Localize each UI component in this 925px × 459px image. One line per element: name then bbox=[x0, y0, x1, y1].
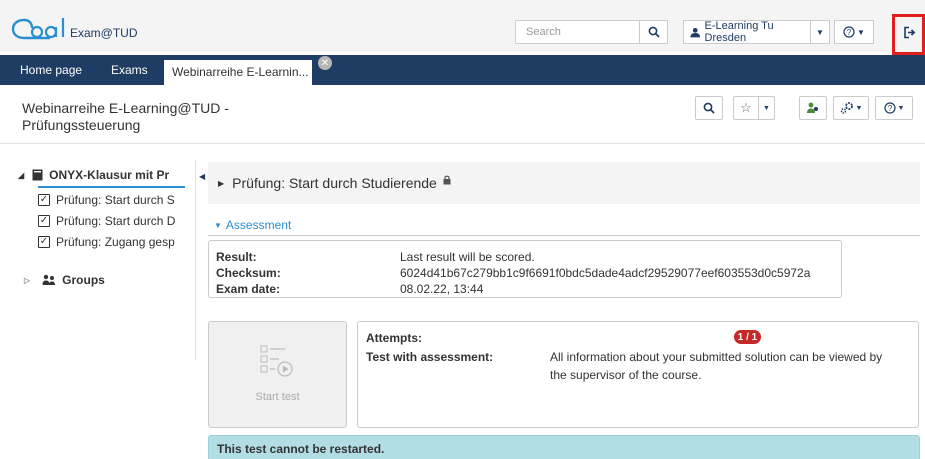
tree-groups[interactable]: ▷ Groups bbox=[24, 273, 105, 287]
bookmark-menu-button[interactable]: ▼ bbox=[759, 96, 775, 120]
restart-notice-text: This test cannot be restarted. bbox=[217, 442, 385, 456]
test-assessment-line1: All information about your submitted sol… bbox=[550, 350, 883, 364]
test-assessment-label: Test with assessment: bbox=[366, 350, 494, 364]
tree-active-underline bbox=[38, 186, 185, 188]
result-value: Last result will be scored. bbox=[400, 250, 535, 264]
expand-triangle-icon[interactable]: ▷ bbox=[24, 276, 30, 285]
tree-root-course[interactable]: ◢ ONYX-Klausur mit Pr bbox=[18, 168, 169, 182]
node-expand-icon[interactable]: ▶ bbox=[218, 179, 224, 188]
user-icon bbox=[690, 27, 701, 37]
user-caret-icon[interactable]: ▼ bbox=[811, 21, 829, 43]
search-input[interactable]: Search bbox=[515, 20, 640, 44]
members-icon bbox=[807, 102, 818, 113]
members-button[interactable] bbox=[799, 96, 827, 120]
chevron-down-icon: ▼ bbox=[897, 104, 905, 112]
search-button[interactable] bbox=[640, 20, 668, 44]
assessment-divider bbox=[208, 235, 920, 236]
opal-logo[interactable]: Exam@TUD bbox=[10, 12, 138, 44]
node-title: Prüfung: Start durch Studierende bbox=[232, 175, 437, 191]
tree-root-label: ONYX-Klausur mit Pr bbox=[49, 168, 170, 182]
svg-text:?: ? bbox=[887, 104, 892, 113]
tree-item-label: Prüfung: Start durch S bbox=[56, 193, 175, 207]
assessment-toggle-label: Assessment bbox=[225, 218, 292, 232]
top-header: Exam@TUD Search E-Learning Tu Dresden ▼ … bbox=[0, 0, 925, 52]
chevron-down-icon: ▼ bbox=[763, 104, 770, 112]
chevron-down-icon: ▼ bbox=[214, 220, 222, 230]
gear-icon bbox=[840, 102, 853, 114]
exam-date-value: 08.02.22, 13:44 bbox=[400, 282, 484, 296]
help-icon: ? bbox=[843, 26, 855, 38]
test-start-icon bbox=[260, 345, 293, 377]
node-header: ▶ Prüfung: Start durch Studierende bbox=[208, 162, 920, 204]
course-search-button[interactable] bbox=[695, 96, 723, 120]
tree-item-start-s[interactable]: ✓ Prüfung: Start durch S bbox=[38, 193, 175, 207]
user-menu-button[interactable]: E-Learning Tu Dresden ▼ bbox=[683, 20, 830, 44]
search-icon bbox=[703, 102, 715, 114]
close-icon[interactable]: ✕ bbox=[318, 56, 332, 70]
search-icon bbox=[648, 26, 660, 38]
attempts-label: Attempts: bbox=[366, 331, 422, 345]
checksum-value: 6024d41b67c279bb1c9f6691f0bdc5dade4adcf2… bbox=[400, 266, 811, 280]
opal-logo-icon bbox=[11, 18, 65, 40]
course-title-line1: Webinarreihe E-Learning@TUD - bbox=[22, 100, 229, 116]
nav-exams[interactable]: Exams bbox=[111, 55, 148, 85]
restart-notice: This test cannot be restarted. bbox=[208, 435, 920, 459]
assessment-toggle[interactable]: ▼ Assessment bbox=[214, 218, 291, 232]
start-test-label: Start test bbox=[255, 391, 300, 403]
tab-course-active[interactable]: Webinarreihe E-Learnin... bbox=[164, 60, 312, 85]
book-icon bbox=[32, 169, 43, 181]
user-name: E-Learning Tu Dresden bbox=[704, 20, 774, 44]
tree-item-start-d[interactable]: ✓ Prüfung: Start durch D bbox=[38, 214, 175, 228]
chevron-down-icon: ▼ bbox=[855, 104, 863, 112]
course-title: Webinarreihe E-Learning@TUD - Prüfungsst… bbox=[22, 100, 229, 134]
checksum-label: Checksum: bbox=[216, 266, 281, 280]
attempts-badge: 1 / 1 bbox=[734, 330, 761, 344]
checkbox-icon: ✓ bbox=[38, 236, 50, 248]
nav-home[interactable]: Home page bbox=[20, 55, 82, 85]
groups-label: Groups bbox=[62, 273, 105, 287]
star-icon: ☆ bbox=[740, 100, 752, 115]
main-navigation: Home page Exams bbox=[0, 55, 925, 85]
settings-menu-button[interactable]: ▼ bbox=[833, 96, 869, 120]
chevron-down-icon: ▼ bbox=[857, 27, 865, 37]
tree-item-label: Prüfung: Zugang gesp bbox=[56, 235, 175, 249]
collapse-triangle-icon[interactable]: ◢ bbox=[18, 171, 24, 180]
logo-text: Exam@TUD bbox=[70, 26, 138, 40]
lock-icon bbox=[443, 175, 451, 185]
course-title-line2: Prüfungssteuerung bbox=[22, 117, 141, 133]
collapse-sidebar-icon[interactable]: ◀ bbox=[199, 172, 205, 181]
test-assessment-line2: the supervisor of the course. bbox=[550, 368, 702, 382]
logout-highlight-frame bbox=[892, 14, 925, 55]
svg-text:?: ? bbox=[847, 28, 852, 37]
checkbox-icon: ✓ bbox=[38, 194, 50, 206]
course-help-button[interactable]: ? ▼ bbox=[875, 96, 913, 120]
exam-date-label: Exam date: bbox=[216, 282, 281, 296]
bookmark-button[interactable]: ☆ bbox=[733, 96, 759, 120]
checkbox-icon: ✓ bbox=[38, 215, 50, 227]
groups-icon bbox=[42, 274, 56, 285]
title-divider bbox=[0, 143, 925, 144]
sidebar-splitter[interactable] bbox=[195, 160, 196, 360]
tree-item-label: Prüfung: Start durch D bbox=[56, 214, 176, 228]
result-label: Result: bbox=[216, 250, 257, 264]
help-menu-button[interactable]: ? ▼ bbox=[834, 20, 874, 44]
tree-item-zugang[interactable]: ✓ Prüfung: Zugang gesp bbox=[38, 235, 175, 249]
help-icon: ? bbox=[883, 102, 896, 114]
start-test-button[interactable]: Start test bbox=[208, 321, 347, 428]
